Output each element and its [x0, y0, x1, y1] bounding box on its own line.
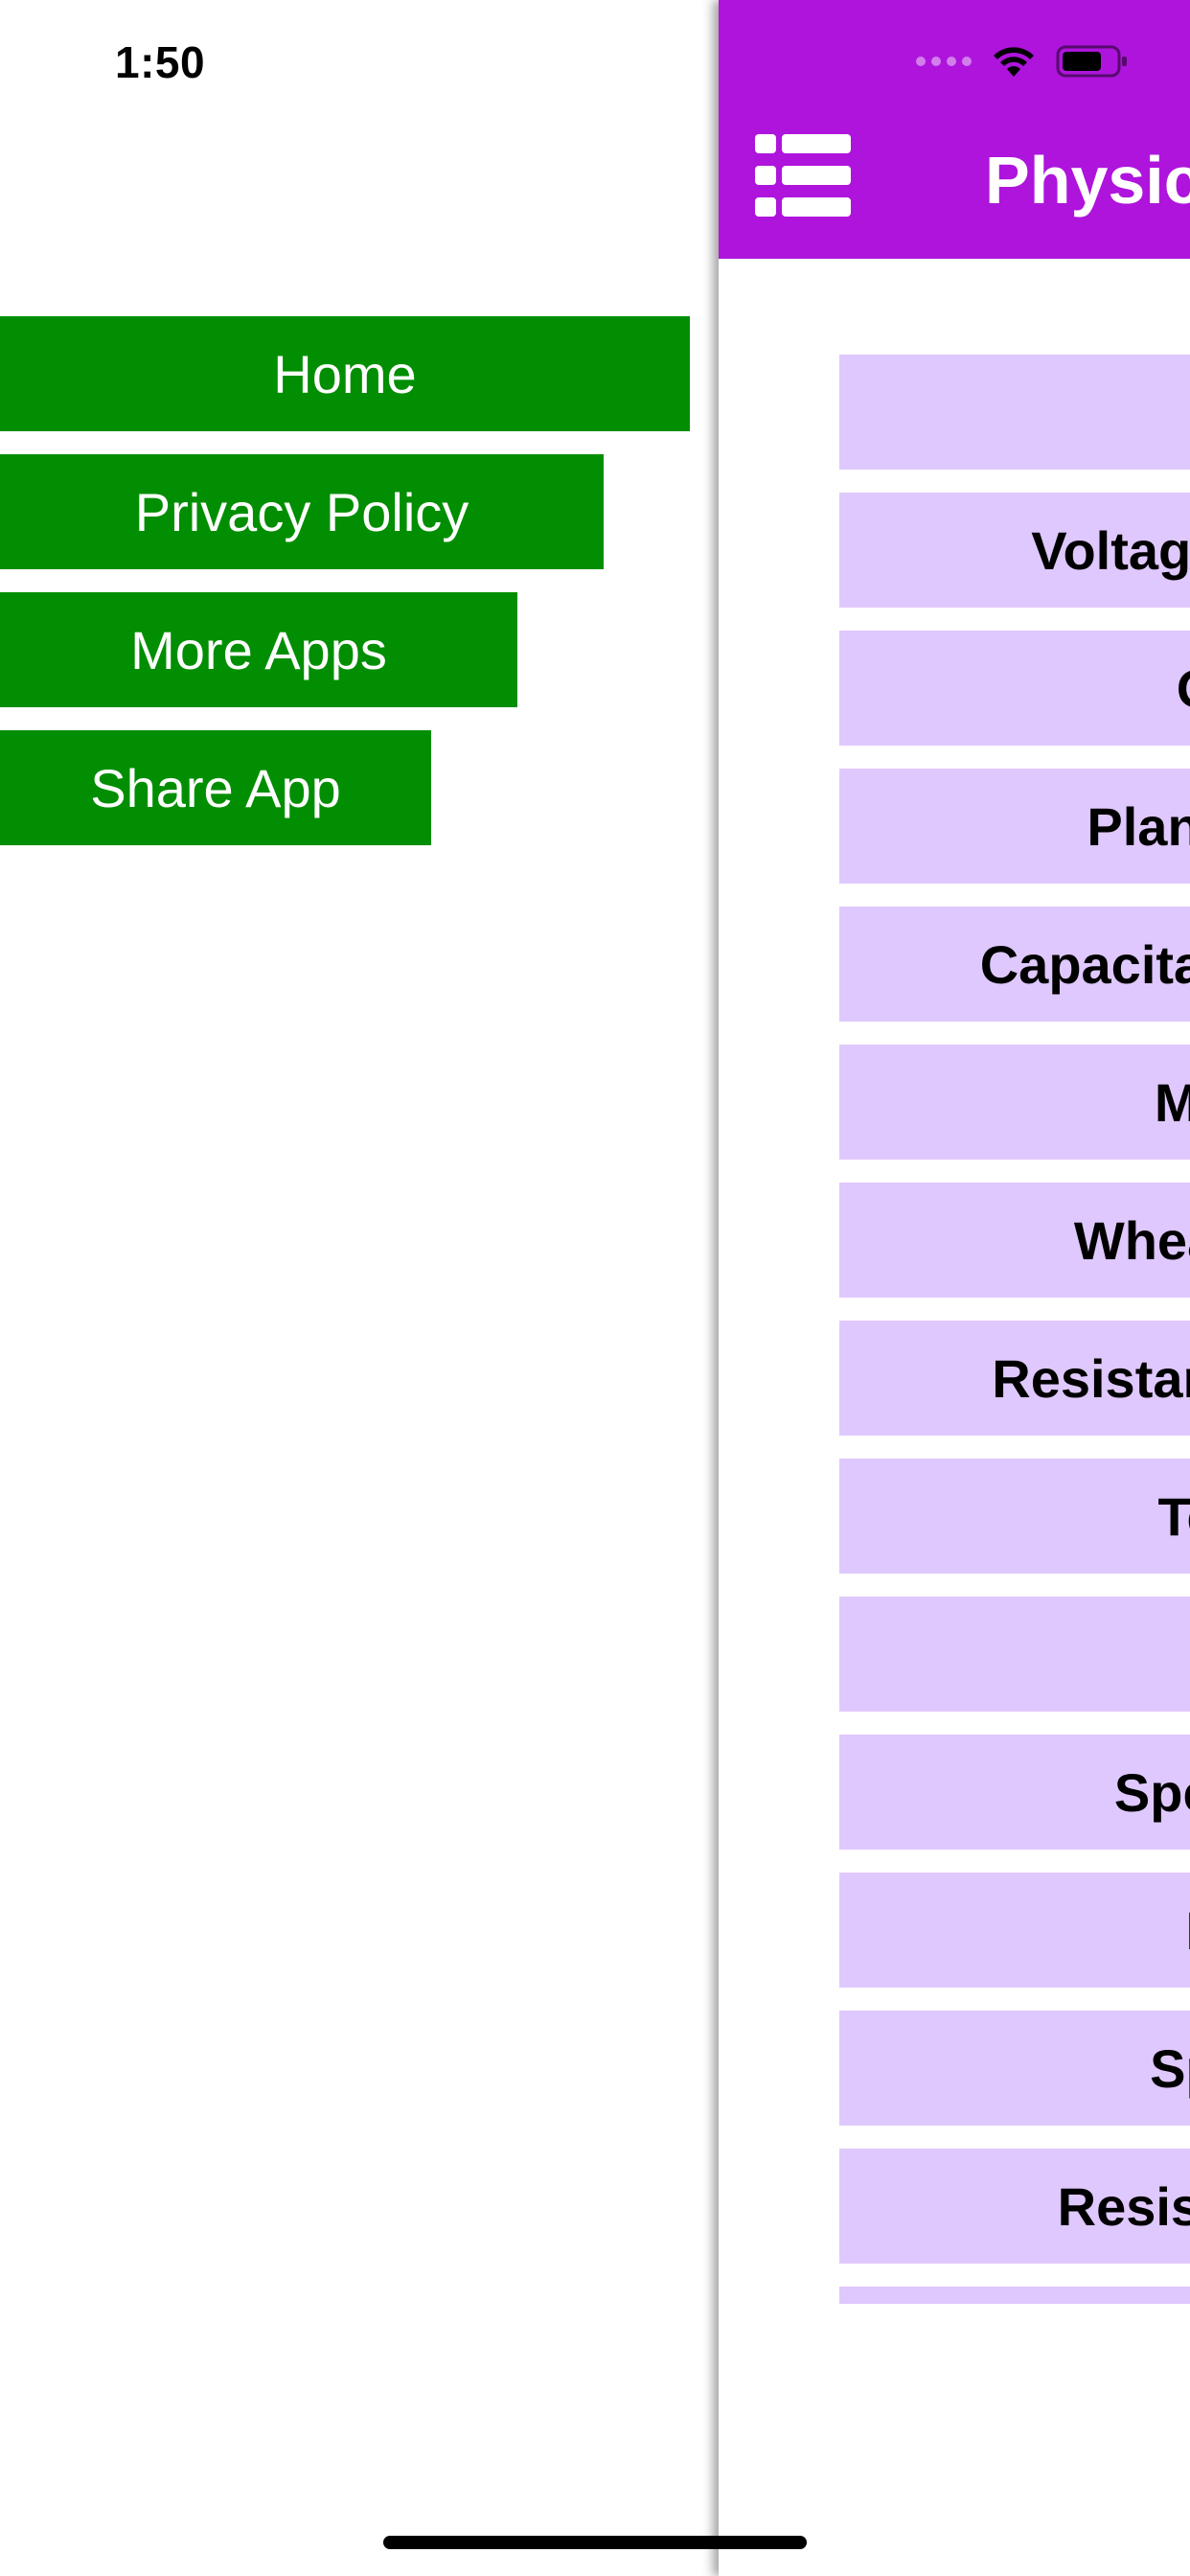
signal-icon [916, 57, 972, 66]
share-app-button[interactable]: Share App [0, 730, 431, 845]
app-header: Physics Experiments [719, 0, 1190, 259]
topic-button[interactable]: Speed of Sound [839, 1735, 1190, 1850]
status-time: 1:50 [115, 37, 206, 87]
topic-button[interactable]: Ohm's Law [839, 631, 1190, 746]
topic-button[interactable]: Specific Heat [839, 2011, 1190, 2126]
topic-button[interactable]: Resistance in Series [839, 2149, 1190, 2264]
wifi-icon [994, 47, 1034, 77]
screen: 1:50 Home Privacy Policy More Apps Share… [0, 0, 1190, 2576]
topic-button[interactable]: Capacitance Measurement [839, 907, 1190, 1022]
topic-button[interactable]: Wheatstone Bridge [839, 1183, 1190, 1298]
home-button[interactable]: Home [0, 316, 690, 431]
topic-button-partial[interactable] [839, 2287, 1190, 2304]
privacy-policy-button[interactable]: Privacy Policy [0, 454, 604, 569]
side-drawer: 1:50 Home Privacy Policy More Apps Share… [0, 0, 719, 2576]
home-indicator [383, 2536, 807, 2549]
topic-button[interactable]: Temperature [839, 1459, 1190, 1574]
topic-button[interactable]: Voltage-Current Graph [839, 493, 1190, 608]
status-icons [916, 44, 1129, 79]
topic-button[interactable]: Meter Bridge [839, 1045, 1190, 1160]
list-icon[interactable] [755, 134, 851, 217]
topic-button[interactable]: Planck's Constant [839, 769, 1190, 884]
battery-icon [1056, 45, 1127, 78]
more-apps-button[interactable]: More Apps [0, 592, 517, 707]
topic-button[interactable] [839, 355, 1190, 470]
topic-button[interactable]: Pendulum [839, 1597, 1190, 1712]
topic-button[interactable]: Refraction [839, 1873, 1190, 1988]
topic-button[interactable]: Resistance-Length Graph [839, 1321, 1190, 1436]
main-panel: Physics Experiments Voltage-Current Grap… [719, 0, 1190, 2576]
app-title: Physics Experiments [985, 143, 1190, 218]
